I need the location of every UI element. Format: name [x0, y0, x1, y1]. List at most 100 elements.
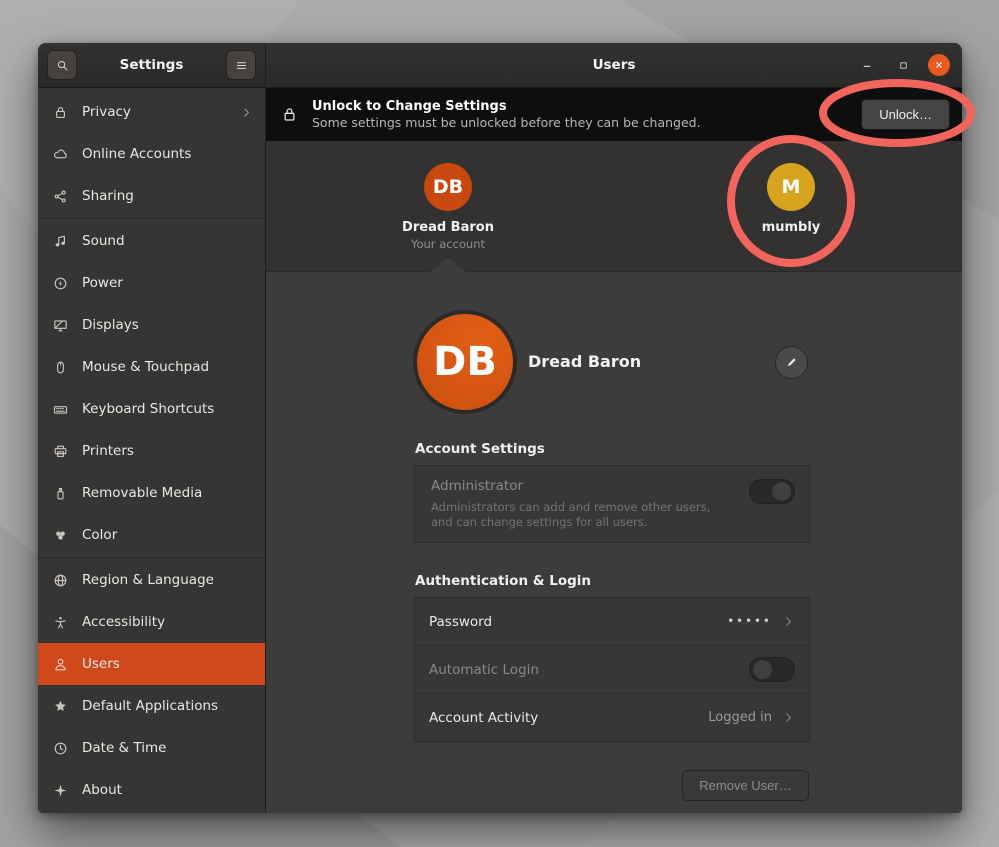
sidebar-item-label: Color	[82, 527, 117, 543]
toggle-knob	[771, 481, 792, 502]
automatic-login-row: Automatic Login	[415, 645, 809, 693]
sidebar-item-removable-media[interactable]: Removable Media	[38, 472, 265, 514]
maximize-button[interactable]	[892, 54, 914, 76]
sidebar-item-label: Date & Time	[82, 740, 166, 756]
sidebar-item-date-time[interactable]: Date & Time	[38, 727, 265, 769]
search-button[interactable]	[47, 50, 77, 80]
search-icon	[55, 58, 70, 73]
user-name: Dread Baron	[402, 220, 494, 235]
maximize-icon	[897, 59, 910, 72]
sidebar-item-region-language[interactable]: Region & Language	[38, 559, 265, 601]
sidebar-item-label: Removable Media	[82, 485, 202, 501]
sidebar-item-displays[interactable]: Displays	[38, 304, 265, 346]
administrator-row: Administrator Administrators can add and…	[414, 465, 810, 543]
avatar: M	[767, 163, 815, 211]
display-icon	[52, 317, 69, 334]
user-note: Your account	[411, 237, 485, 251]
password-label: Password	[429, 614, 492, 630]
administrator-description: Administrators can add and remove other …	[431, 500, 731, 530]
sidebar-item-label: Accessibility	[82, 614, 165, 630]
chevron-right-icon	[240, 106, 253, 119]
sidebar-item-default-applications[interactable]: Default Applications	[38, 685, 265, 727]
remove-user-button[interactable]: Remove User…	[682, 770, 809, 801]
automatic-login-label: Automatic Login	[429, 662, 539, 678]
unlock-button[interactable]: Unlock…	[861, 99, 950, 130]
sidebar-item-label: Online Accounts	[82, 146, 191, 162]
banner-title: Unlock to Change Settings	[312, 98, 701, 115]
accessibility-icon	[52, 614, 69, 631]
sidebar-item-accessibility[interactable]: Accessibility	[38, 601, 265, 643]
sidebar-item-label: About	[82, 782, 122, 798]
hamburger-icon	[234, 58, 249, 73]
sidebar-item-about[interactable]: About	[38, 769, 265, 811]
authentication-card: Password ••••• Automatic Login Account A…	[414, 597, 810, 742]
person-icon	[52, 656, 69, 673]
sidebar-item-sharing[interactable]: Sharing	[38, 175, 265, 217]
automatic-login-toggle[interactable]	[749, 657, 795, 682]
edit-name-button[interactable]	[775, 346, 808, 379]
mouse-icon	[52, 359, 69, 376]
menu-button[interactable]	[226, 50, 256, 80]
sidebar-item-label: Default Applications	[82, 698, 218, 714]
password-value: •••••	[728, 616, 772, 627]
sidebar-item-label: Sharing	[82, 188, 134, 204]
account-activity-value: Logged in	[708, 710, 772, 725]
sidebar-item-users[interactable]: Users	[38, 643, 265, 685]
users-panel: DB Dread Baron Account Settings Administ…	[266, 272, 962, 813]
chevron-right-icon	[782, 615, 795, 628]
sidebar-item-sound[interactable]: Sound	[38, 220, 265, 262]
account-settings-heading: Account Settings	[415, 441, 545, 457]
sidebar-item-label: Printers	[82, 443, 134, 459]
sidebar-item-label: Users	[82, 656, 120, 672]
sparkle-icon	[52, 782, 69, 799]
user-name: mumbly	[762, 220, 821, 235]
clock-icon	[52, 740, 69, 757]
sidebar-item-label: Displays	[82, 317, 139, 333]
user-carousel: DB Dread Baron Your account M mumbly	[266, 141, 962, 272]
pencil-icon	[784, 355, 799, 370]
toggle-knob	[752, 659, 773, 680]
share-icon	[52, 188, 69, 205]
sidebar-item-power[interactable]: Power	[38, 262, 265, 304]
sidebar-item-label: Power	[82, 275, 123, 291]
flash-drive-icon	[52, 485, 69, 502]
sidebar-item-color[interactable]: Color	[38, 514, 265, 556]
sidebar-item-label: Mouse & Touchpad	[82, 359, 209, 375]
settings-window: Settings Users – Privacy Online Accounts	[38, 43, 962, 813]
password-row[interactable]: Password •••••	[415, 598, 809, 645]
authentication-heading: Authentication & Login	[415, 573, 591, 589]
account-activity-row[interactable]: Account Activity Logged in	[415, 693, 809, 741]
banner-subtitle: Some settings must be unlocked before th…	[312, 115, 701, 131]
carousel-user-mumbly[interactable]: M mumbly	[716, 163, 866, 235]
printer-icon	[52, 443, 69, 460]
lock-icon	[280, 105, 299, 124]
close-button[interactable]	[928, 54, 950, 76]
profile-name: Dread Baron	[528, 352, 641, 371]
main-headerbar: Users –	[266, 43, 962, 88]
globe-icon	[52, 572, 69, 589]
sidebar-item-label: Keyboard Shortcuts	[82, 401, 214, 417]
sidebar-separator	[38, 218, 265, 219]
unlock-banner: Unlock to Change Settings Some settings …	[266, 88, 962, 141]
keyboard-icon	[52, 401, 69, 418]
carousel-user-dread-baron[interactable]: DB Dread Baron Your account	[373, 163, 523, 251]
sidebar-item-printers[interactable]: Printers	[38, 430, 265, 472]
close-icon	[933, 59, 945, 71]
minimize-button[interactable]: –	[856, 54, 878, 76]
music-note-icon	[52, 233, 69, 250]
sidebar-item-online-accounts[interactable]: Online Accounts	[38, 133, 265, 175]
power-icon	[52, 275, 69, 292]
sidebar-item-privacy[interactable]: Privacy	[38, 91, 265, 133]
sidebar-item-mouse-touchpad[interactable]: Mouse & Touchpad	[38, 346, 265, 388]
sidebar-item-keyboard-shortcuts[interactable]: Keyboard Shortcuts	[38, 388, 265, 430]
cloud-icon	[52, 146, 69, 163]
administrator-toggle[interactable]	[749, 479, 795, 504]
profile-avatar-button[interactable]: DB	[413, 310, 517, 414]
sidebar-item-label: Region & Language	[82, 572, 214, 588]
sidebar-item-label: Sound	[82, 233, 125, 249]
sidebar-headerbar: Settings	[38, 43, 266, 88]
administrator-label: Administrator	[431, 478, 793, 494]
color-circles-icon	[52, 527, 69, 544]
sidebar-separator	[38, 557, 265, 558]
selected-user-pointer	[430, 258, 466, 272]
